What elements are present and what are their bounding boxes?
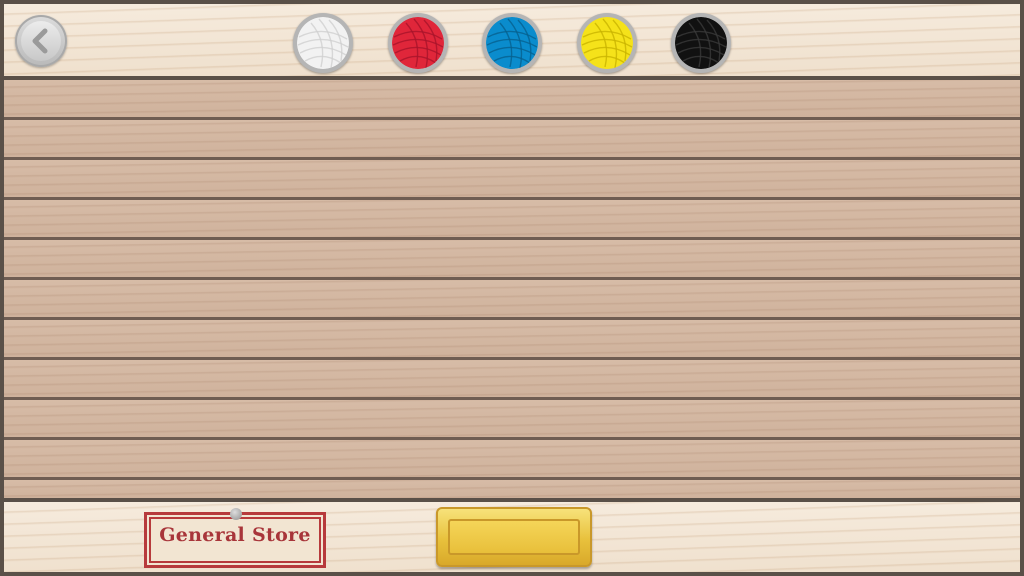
- plank: [4, 320, 1020, 360]
- yarn-blue-button[interactable]: [482, 13, 542, 73]
- general-store-button[interactable]: General Store: [144, 508, 328, 570]
- yarn-red-button[interactable]: [388, 13, 448, 73]
- yarn-white-button[interactable]: [293, 13, 353, 73]
- game-screen: General Store: [4, 4, 1020, 572]
- wood-board-canvas[interactable]: [4, 80, 1020, 498]
- yarn-black-button[interactable]: [671, 13, 731, 73]
- plank: [4, 280, 1020, 320]
- yarn-ball-icon: [297, 17, 349, 69]
- plank: [4, 480, 1020, 498]
- plank: [4, 440, 1020, 480]
- general-store-label: General Store: [159, 524, 311, 546]
- gold-action-button[interactable]: [436, 507, 592, 567]
- plank: [4, 360, 1020, 400]
- yarn-ball-icon: [675, 17, 727, 69]
- pin-icon: [230, 508, 242, 520]
- chevron-left-icon: [32, 28, 48, 54]
- gold-button-face: [448, 519, 580, 555]
- yarn-ball-icon: [486, 17, 538, 69]
- yarn-yellow-button[interactable]: [577, 13, 637, 73]
- yarn-ball-icon: [581, 17, 633, 69]
- back-button[interactable]: [15, 15, 67, 67]
- plank: [4, 400, 1020, 440]
- yarn-ball-icon: [392, 17, 444, 69]
- plank: [4, 240, 1020, 280]
- plank: [4, 200, 1020, 240]
- plank: [4, 80, 1020, 120]
- plank: [4, 120, 1020, 160]
- plank: [4, 160, 1020, 200]
